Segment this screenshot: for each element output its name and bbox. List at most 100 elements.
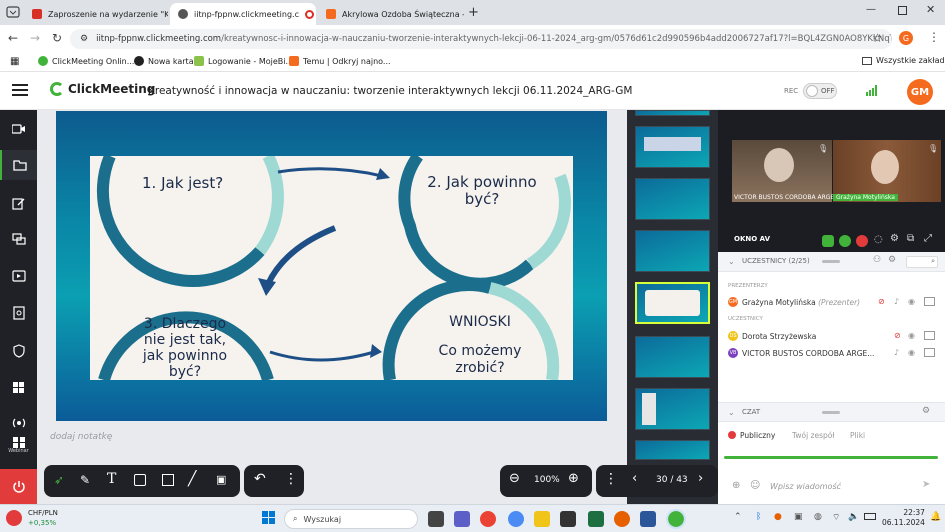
webinar-apps[interactable]: Webinar xyxy=(0,432,37,458)
fullscreen-icon[interactable]: ⤢ xyxy=(924,233,932,244)
slide-thumbnail[interactable] xyxy=(635,336,710,378)
image-icon[interactable]: ▣ xyxy=(216,473,226,486)
tray-chevron-icon[interactable]: ⌃ xyxy=(734,512,742,522)
note-input[interactable]: dodaj notatkę xyxy=(50,432,112,442)
undo-icon[interactable]: ↶ xyxy=(254,471,266,487)
drag-handle[interactable] xyxy=(822,411,840,414)
camera-toggle-icon[interactable] xyxy=(822,235,834,247)
chrome-active-icon[interactable] xyxy=(666,509,686,529)
back-icon[interactable]: ← xyxy=(8,31,18,45)
next-page-icon[interactable]: › xyxy=(698,471,703,486)
teams-icon[interactable] xyxy=(454,511,470,527)
emoji-icon[interactable]: ☺ xyxy=(750,480,760,491)
firefox-icon[interactable] xyxy=(614,511,630,527)
screen-icon[interactable] xyxy=(924,297,935,306)
wifi-icon[interactable]: ⌔ xyxy=(832,512,840,523)
participant-search-input[interactable]: ⌕ xyxy=(906,256,938,268)
files-icon[interactable] xyxy=(0,150,37,180)
slide-thumbnail[interactable] xyxy=(635,110,710,116)
taskbar-search-input[interactable]: ⌕ Wyszukaj xyxy=(284,509,418,529)
add-user-icon[interactable]: ⚇ xyxy=(873,255,881,265)
video-tile-grazyna[interactable]: 🎙 Grażyna Motylińska xyxy=(833,140,941,202)
store-icon[interactable] xyxy=(560,511,576,527)
camera-off-icon[interactable]: ⊘ xyxy=(878,297,885,306)
zoom-out-icon[interactable]: ⊖ xyxy=(509,471,520,486)
screen-icon[interactable] xyxy=(924,348,935,357)
tray-app-icon[interactable]: ▣ xyxy=(794,512,803,522)
chat-tab-team[interactable]: Twój zespół xyxy=(792,431,834,440)
slide-thumbnail[interactable] xyxy=(635,126,710,168)
tray-app-icon[interactable]: ◍ xyxy=(814,512,822,522)
bookmark-mojebi[interactable]: Logowanie - MojeBi... xyxy=(194,56,293,66)
tab-temu[interactable]: Akrylowa Ozdoba Świąteczna - ✕ xyxy=(318,3,464,25)
send-icon[interactable]: ➤ xyxy=(922,479,930,490)
mic-icon[interactable]: ♪ xyxy=(894,297,899,306)
slide-thumbnail[interactable] xyxy=(635,440,710,460)
pointer-icon[interactable]: ➶ xyxy=(54,473,64,487)
line-tool-icon[interactable]: ╱ xyxy=(188,471,196,487)
screen-icon[interactable] xyxy=(924,331,935,340)
chevron-down-icon[interactable]: ⌄ xyxy=(728,408,735,417)
gear-icon[interactable]: ⚙ xyxy=(888,255,896,265)
word-icon[interactable] xyxy=(640,511,656,527)
share-toggle-icon[interactable] xyxy=(856,235,868,247)
chat-input[interactable]: Wpisz wiadomość xyxy=(770,482,841,491)
chevron-down-icon[interactable]: ⌄ xyxy=(728,257,735,266)
profile-avatar[interactable]: G xyxy=(899,31,913,45)
battery-icon[interactable] xyxy=(864,513,876,520)
apps-grid-icon[interactable]: ▦ xyxy=(10,56,19,67)
camera-icon[interactable] xyxy=(0,114,37,144)
participant-row-presenter[interactable]: GM Grażyna Motylińska (Prezenter) ⊘ ♪ ◉ xyxy=(718,294,945,310)
gear-icon[interactable]: ⚙ xyxy=(890,233,899,244)
mic-on-icon[interactable]: ◉ xyxy=(908,348,915,357)
stock-widget-icon[interactable] xyxy=(6,510,22,526)
popout-icon[interactable]: ⧉ xyxy=(907,233,914,244)
chat-app-icon[interactable] xyxy=(508,511,524,527)
volume-icon[interactable]: 🔈 xyxy=(848,512,859,522)
user-avatar[interactable]: GM xyxy=(907,79,933,105)
chat-tab-files[interactable]: Pliki xyxy=(850,431,865,440)
mic-toggle-icon[interactable] xyxy=(839,235,851,247)
video-tile-victor[interactable]: 🎙 VICTOR BUSTOS CORDOBA ARGE... xyxy=(732,140,840,202)
mic-icon[interactable]: ◉ xyxy=(908,331,915,340)
mic-icon[interactable]: ♪ xyxy=(894,348,899,357)
participant-row[interactable]: DS Dorota Strzyżewska ⊘ ◉ xyxy=(718,328,945,344)
rec-toggle[interactable]: OFF xyxy=(803,83,837,99)
tab-mail[interactable]: Zaproszenie na wydarzenie "Kr... ✕ xyxy=(24,3,168,25)
video-play-icon[interactable] xyxy=(0,261,37,291)
text-tool-icon[interactable]: T xyxy=(107,471,116,487)
site-info-icon[interactable]: ⚙ xyxy=(80,34,88,44)
participant-row[interactable]: VB VICTOR BUSTOS CORDOBA ARGE... ♪ ◉ xyxy=(718,345,945,361)
stock-widget[interactable]: CHF/PLN +0,35% xyxy=(28,508,58,528)
more-dots-icon[interactable]: ⋮ xyxy=(284,471,298,487)
chat-header[interactable]: ⌄ CZAT ⚙ xyxy=(718,402,945,422)
tab-search-icon[interactable] xyxy=(6,6,20,18)
leave-power-button[interactable] xyxy=(0,469,37,504)
layout-grid-icon[interactable] xyxy=(0,372,37,402)
chat-tab-public[interactable]: Publiczny xyxy=(740,431,775,440)
new-tab-button[interactable]: + xyxy=(468,5,479,20)
prev-page-icon[interactable]: ‹ xyxy=(632,471,637,486)
slide-thumbnail[interactable] xyxy=(635,230,710,272)
url-field[interactable]: ⚙ iitnp-fppnw.clickmeeting.com/kreatywno… xyxy=(70,29,892,49)
bookmark-clickmeeting[interactable]: ClickMeeting Onlin... xyxy=(38,56,134,66)
slide-thumbnail[interactable] xyxy=(635,178,710,220)
clock[interactable]: 22:37 06.11.2024 xyxy=(882,508,925,528)
reload-icon[interactable]: ↻ xyxy=(52,31,62,45)
more-dots-icon[interactable]: ⋮ xyxy=(604,471,618,487)
task-view-icon[interactable] xyxy=(428,511,444,527)
hamburger-menu-icon[interactable] xyxy=(12,83,28,97)
drag-handle[interactable] xyxy=(822,260,840,263)
maximize-button[interactable] xyxy=(898,6,907,15)
slide-thumbnail-selected[interactable] xyxy=(635,282,710,324)
bluetooth-icon[interactable]: ᛒ xyxy=(756,512,761,522)
screen-share-icon[interactable] xyxy=(0,224,37,254)
chrome-icon[interactable] xyxy=(480,511,496,527)
pencil-icon[interactable]: ✎ xyxy=(80,473,90,487)
shield-icon[interactable] xyxy=(0,336,37,366)
mic-on-icon[interactable]: ◉ xyxy=(908,297,915,306)
bookmark-new-tab[interactable]: Nowa karta xyxy=(134,56,194,66)
survey-icon[interactable] xyxy=(0,298,37,328)
all-bookmarks[interactable]: Wszystkie zakładki xyxy=(862,56,945,65)
window-close-button[interactable]: ✕ xyxy=(926,3,935,16)
